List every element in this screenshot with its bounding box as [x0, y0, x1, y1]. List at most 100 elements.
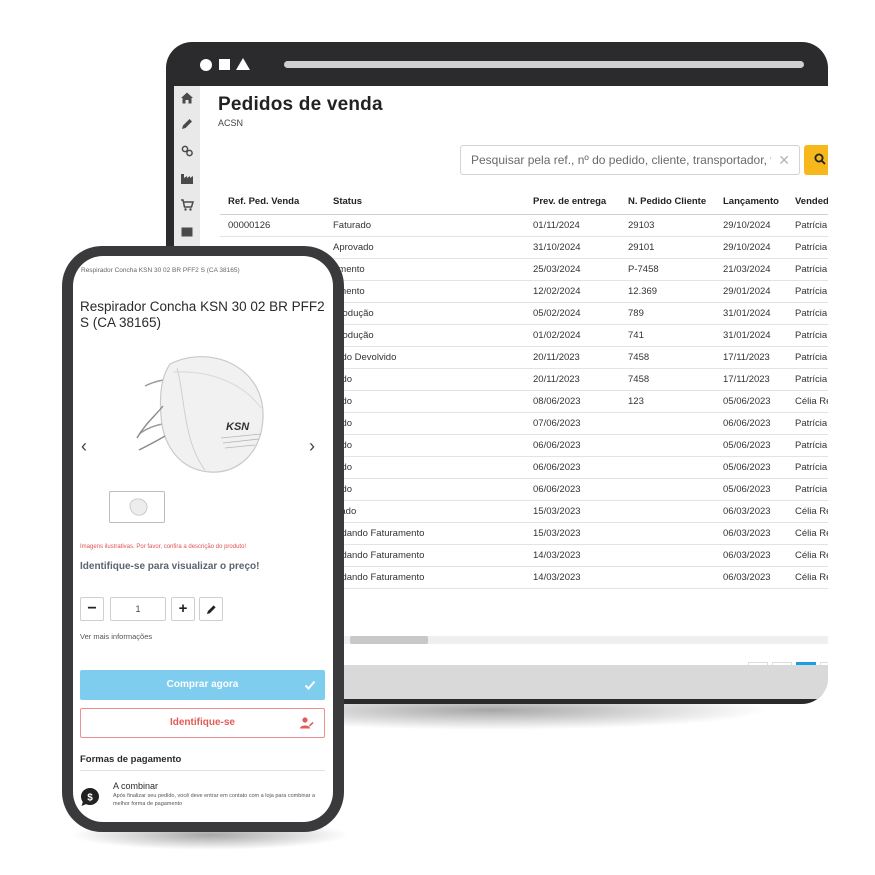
payment-divider [80, 770, 325, 771]
previous-image-icon[interactable]: ‹ [81, 436, 87, 457]
column-header-seller[interactable]: Vendedo [795, 189, 828, 215]
cell-status: ardando Faturamento [333, 572, 425, 583]
column-header-delivery[interactable]: Prev. de entrega [533, 189, 623, 215]
quantity-input[interactable]: 1 [110, 597, 166, 621]
dollar-chat-icon: $ [81, 788, 99, 806]
cell-delivery: 08/06/2023 [533, 396, 581, 407]
cell-launch: 06/03/2023 [723, 506, 771, 517]
cell-launch: 17/11/2023 [723, 374, 770, 385]
cell-delivery: 14/03/2023 [533, 550, 581, 561]
cell-client-order [628, 457, 718, 479]
cell-client-order: 12.369 [628, 286, 658, 297]
pencil-icon [207, 605, 216, 614]
check-icon [304, 680, 316, 690]
cell-launch: 05/06/2023 [723, 440, 771, 451]
identify-button[interactable]: Identifique-se [80, 708, 325, 738]
mockup-stage: Pedidos de venda ACSN ✕ Ref. Ped. Venda … [0, 0, 875, 875]
cell-delivery: 06/06/2023 [533, 462, 581, 473]
image-thumbnail[interactable] [109, 491, 165, 523]
cell-seller: Patrícia C [795, 264, 828, 275]
window-titlebar [166, 42, 828, 86]
cell-client-order [628, 567, 718, 589]
pencil-icon[interactable] [178, 117, 196, 135]
more-info-link[interactable]: Ver mais informações [80, 632, 152, 641]
cell-delivery: 15/03/2023 [533, 528, 581, 539]
respirator-image: KSN [136, 356, 264, 473]
cell-seller: Patrícia C [795, 330, 828, 341]
cell-launch: 05/06/2023 [723, 396, 771, 407]
factory-icon[interactable] [178, 171, 196, 189]
cell-launch: 31/01/2024 [723, 308, 771, 319]
cell-delivery: 25/03/2024 [533, 264, 581, 275]
cell-launch: 21/03/2024 [723, 264, 771, 275]
cell-seller: Patrícia C [795, 242, 828, 253]
cell-seller: Patrícia C [795, 440, 828, 451]
quantity-edit-button[interactable] [199, 597, 223, 621]
respirator-thumbnail-icon [129, 498, 148, 516]
column-header-ref[interactable]: Ref. Ped. Venda [228, 189, 328, 215]
cell-status: rado [333, 435, 523, 457]
home-icon[interactable] [178, 91, 196, 109]
window-circle-icon [200, 59, 212, 71]
search-input[interactable] [471, 146, 771, 174]
search-button[interactable] [804, 145, 828, 175]
company-name: ACSN [218, 118, 244, 128]
cell-launch: 06/03/2023 [723, 528, 771, 539]
scrollbar-thumb[interactable] [350, 636, 428, 644]
cell-status: rado [333, 479, 523, 501]
clear-search-icon[interactable]: ✕ [778, 152, 790, 168]
cell-delivery: 15/03/2023 [533, 506, 581, 517]
buy-now-label: Comprar agora [166, 679, 239, 690]
quantity-increase-button[interactable]: + [171, 597, 195, 621]
table-row[interactable]: 00000126 Faturado 01/11/2024 29103 29/10/202… [220, 215, 828, 237]
cell-launch: 31/01/2024 [723, 330, 771, 341]
cell-delivery: 12/02/2024 [533, 286, 581, 297]
payment-method-description: Após finalizar seu pedido, você deve ent… [113, 793, 316, 807]
search-box: ✕ [460, 145, 800, 175]
cell-status: ardando Faturamento [333, 550, 425, 561]
cell-status: ardando Faturamento [333, 528, 425, 539]
column-header-status[interactable]: Status [333, 189, 523, 215]
breadcrumb[interactable]: Respirador Concha KSN 30 02 BR PFF2 S (C… [81, 267, 240, 274]
payment-method-name: A combinar [113, 781, 159, 791]
product-title: Respirador Concha KSN 30 02 BR PFF2 S (C… [80, 299, 325, 330]
cell-delivery: 20/11/2023 [533, 374, 580, 385]
cell-client-order [628, 413, 718, 435]
cell-client-order: 741 [628, 330, 644, 341]
cell-client-order [628, 479, 718, 501]
cell-launch: 29/01/2024 [723, 286, 771, 297]
cart-icon[interactable] [178, 198, 196, 216]
cell-seller: Patrícia C [795, 286, 828, 297]
cell-seller: Patrícia C [795, 462, 828, 473]
cell-status: rado [333, 369, 523, 391]
brand-label: KSN [226, 421, 250, 433]
table-header-row: Ref. Ped. Venda Status Prev. de entrega … [220, 189, 828, 215]
address-bar[interactable] [284, 61, 804, 68]
cell-client-order [628, 523, 718, 545]
buy-now-button[interactable]: Comprar agora [80, 670, 325, 700]
cell-seller: Célia Reg [795, 506, 828, 517]
cell-seller: Célia Reg [795, 572, 828, 583]
quantity-decrease-button[interactable]: − [80, 597, 104, 621]
cell-delivery: 31/10/2024 [533, 242, 581, 253]
cell-seller: Patrícia C [795, 418, 828, 429]
cell-ref: 00000126 [228, 220, 271, 231]
column-header-client-order[interactable]: N. Pedido Cliente [628, 189, 718, 215]
price-login-message: Identifique-se para visualizar o preço! [80, 561, 260, 572]
next-image-icon[interactable]: › [309, 436, 315, 457]
cell-delivery: 20/11/2023 [533, 352, 580, 363]
cell-seller: Patrícia C [795, 374, 828, 385]
column-header-launch[interactable]: Lançamento [723, 189, 793, 215]
cell-client-order: 29103 [628, 220, 655, 231]
cell-delivery: 06/06/2023 [533, 440, 581, 451]
box-icon[interactable] [178, 225, 196, 243]
cell-client-order: 29101 [628, 242, 655, 253]
image-disclaimer: Imagens ilustrativas. Por favor, confira… [80, 544, 247, 550]
cell-status: amento [333, 286, 365, 297]
cell-status: Produção [333, 330, 374, 341]
cell-status: amento [333, 264, 365, 275]
cell-client-order: 7458 [628, 352, 650, 363]
search-icon [814, 153, 826, 165]
cell-seller: Célia Reg [795, 550, 828, 561]
users-icon[interactable] [178, 144, 196, 162]
